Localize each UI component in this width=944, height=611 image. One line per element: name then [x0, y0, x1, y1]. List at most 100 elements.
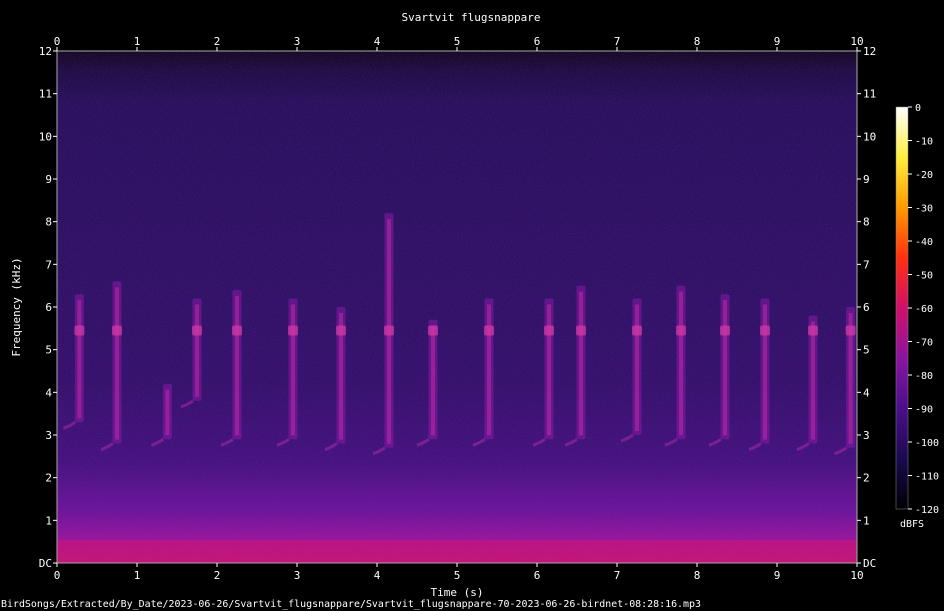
call-harmonic: [632, 325, 642, 336]
call-core: [195, 304, 199, 397]
call-harmonic: [576, 325, 586, 336]
y-tick-label: 9: [45, 173, 52, 186]
call-harmonic: [484, 325, 494, 336]
call-harmonic: [232, 325, 242, 336]
x-axis-top: 0 1 2 3 4 5 6 7 8 9 10: [54, 35, 864, 51]
call-core: [811, 321, 815, 440]
call-harmonic: [288, 325, 298, 336]
y-tick-label: 12: [39, 45, 52, 58]
x-tick-label: 8: [694, 569, 701, 582]
x-tick-label-top: 6: [534, 35, 541, 48]
x-tick-label: 9: [774, 569, 781, 582]
call-harmonic: [808, 325, 818, 336]
low-frequency-band: [57, 540, 857, 563]
call-harmonic: [112, 325, 122, 336]
call-core: [579, 291, 583, 436]
x-tick-label: 0: [54, 569, 61, 582]
colorbar: [895, 106, 909, 510]
colorbar-label: dBFS: [900, 519, 924, 530]
x-tick-label-top: 10: [850, 35, 863, 48]
colorbar-tick-label: -20: [915, 170, 933, 181]
call-harmonic: [384, 325, 394, 336]
y-axis-right: DC123456789101112: [857, 45, 876, 570]
y-tick-label: 2: [45, 472, 52, 485]
call-harmonic: [544, 325, 554, 336]
y-tick-label-right: 1: [863, 514, 870, 527]
call-core: [679, 291, 683, 436]
call-core: [77, 300, 82, 419]
call-harmonic: [845, 325, 856, 336]
x-tick-label-top: 8: [694, 35, 701, 48]
call-core: [431, 325, 435, 436]
x-tick-label-top: 7: [614, 35, 621, 48]
x-tick-label-top: 5: [454, 35, 461, 48]
colorbar-tick-label: -10: [915, 137, 933, 148]
spectrogram-noise: [57, 51, 857, 563]
y-axis-left: DC123456789101112: [39, 45, 57, 570]
y-tick-label-right: 6: [863, 301, 870, 314]
call-core: [723, 300, 727, 436]
colorbar-tick-label: -90: [915, 405, 933, 416]
x-tick-label-top: 2: [214, 35, 221, 48]
y-tick-label-right: 2: [863, 472, 870, 485]
x-tick-label: 4: [374, 569, 381, 582]
y-tick-label: 6: [45, 301, 52, 314]
x-tick-label-top: 9: [774, 35, 781, 48]
call-harmonic: [336, 325, 346, 336]
y-tick-label-right: 5: [863, 344, 870, 357]
y-axis-label: Frequency (kHz): [10, 257, 23, 356]
call-harmonic: [720, 325, 730, 336]
y-tick-label-right: DC: [863, 557, 876, 570]
y-tick-label-right: 10: [863, 130, 876, 143]
call-core: [547, 304, 551, 436]
y-tick-label: DC: [39, 557, 52, 570]
colorbar-tick-label: -110: [915, 472, 939, 483]
call-harmonic: [428, 325, 438, 336]
y-tick-label-right: 7: [863, 258, 870, 271]
y-tick-label: 8: [45, 216, 52, 229]
y-tick-label: 7: [45, 258, 52, 271]
colorbar-tick-label: -30: [915, 204, 933, 215]
x-tick-label: 3: [294, 569, 301, 582]
y-tick-label: 10: [39, 130, 52, 143]
x-axis-label: Time (s): [431, 586, 484, 599]
y-tick-label: 11: [39, 88, 52, 101]
colorbar-tick-label: -100: [915, 438, 939, 449]
y-tick-label: 4: [45, 386, 52, 399]
y-tick-label-right: 11: [863, 88, 876, 101]
call-core: [165, 389, 170, 436]
x-tick-label-top: 1: [134, 35, 141, 48]
y-tick-label: 3: [45, 429, 52, 442]
x-tick-label: 1: [134, 569, 141, 582]
y-tick-label-right: 9: [863, 173, 870, 186]
colorbar-tick-label: -80: [915, 371, 933, 382]
x-tick-label-top: 0: [54, 35, 61, 48]
call-harmonic: [74, 325, 85, 336]
x-tick-label: 2: [214, 569, 221, 582]
chart-title: Svartvit flugsnappare: [401, 11, 540, 24]
x-tick-label: 10: [850, 569, 863, 582]
call-core: [635, 304, 639, 431]
colorbar-tick-label: -70: [915, 338, 933, 349]
x-tick-label: 7: [614, 569, 621, 582]
file-path: BirdSongs/Extracted/By_Date/2023-06-26/S…: [1, 599, 701, 610]
call-harmonic: [760, 325, 770, 336]
colorbar-ticks: 0 -10 -20 -30 -40 -50 -60 -70 -80 -90 -100 -110 -120: [908, 103, 939, 516]
x-axis-bottom: 0 1 2 3 4 5 6 7 8 9 10: [54, 563, 864, 582]
call-harmonic: [192, 325, 202, 336]
colorbar-tick-label: -60: [915, 304, 933, 315]
x-tick-label-top: 4: [374, 35, 381, 48]
y-tick-label-right: 8: [863, 216, 870, 229]
call-core: [763, 304, 767, 440]
colorbar-tick-label: 0: [915, 103, 921, 114]
colorbar-tick-label: -50: [915, 271, 933, 282]
call-core: [115, 287, 119, 440]
call-core: [487, 304, 491, 436]
y-tick-label-right: 3: [863, 429, 870, 442]
call-harmonic: [676, 325, 686, 336]
x-tick-label: 6: [534, 569, 541, 582]
y-tick-label-right: 12: [863, 45, 876, 58]
call-core: [235, 295, 239, 436]
x-tick-label-top: 3: [294, 35, 301, 48]
colorbar-tick-label: -40: [915, 237, 933, 248]
